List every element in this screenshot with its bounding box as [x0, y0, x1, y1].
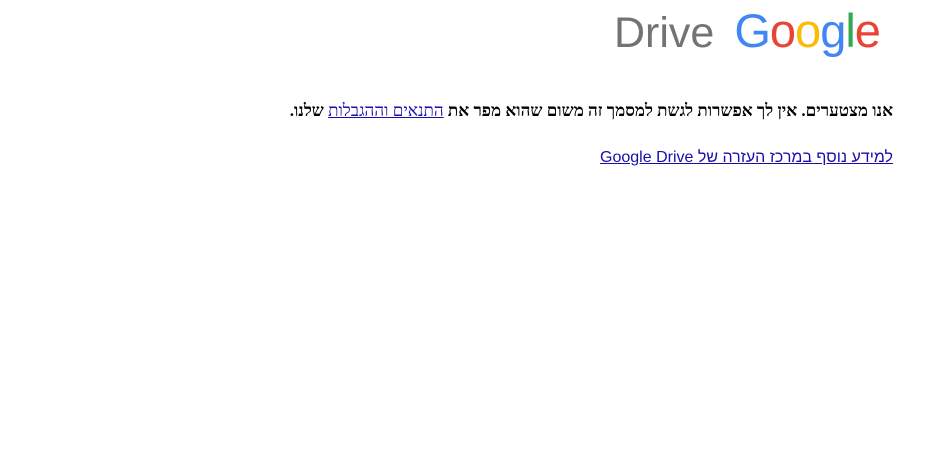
logo-letter: e — [854, 4, 881, 57]
logo-google-wordmark: Google — [734, 4, 881, 57]
logo-drive-text: Drive — [614, 9, 715, 57]
logo-letter: G — [734, 4, 771, 57]
help-section: למידע נוסף במרכז העזרה של Google Drive — [113, 147, 893, 169]
help-center-link[interactable]: למידע נוסף במרכז העזרה של Google Drive — [600, 149, 893, 166]
logo-letter: o — [795, 4, 821, 57]
terms-link[interactable]: התנאים וההגבלות — [328, 101, 444, 120]
logo-letter: o — [769, 4, 796, 57]
logo-letter: l — [845, 4, 856, 57]
error-message: אנו מצטערים. אין לך אפשרות לגשת למסמך זה… — [113, 98, 893, 124]
error-message-part2: שלנו. — [289, 101, 329, 120]
logo-letter: g — [820, 4, 846, 57]
main-content: אנו מצטערים. אין לך אפשרות לגשת למסמך זה… — [113, 98, 893, 169]
error-message-part1: אנו מצטערים. אין לך אפשרות לגשת למסמך זה… — [443, 101, 893, 120]
drive-google-logo: Drive Google — [614, 4, 881, 62]
